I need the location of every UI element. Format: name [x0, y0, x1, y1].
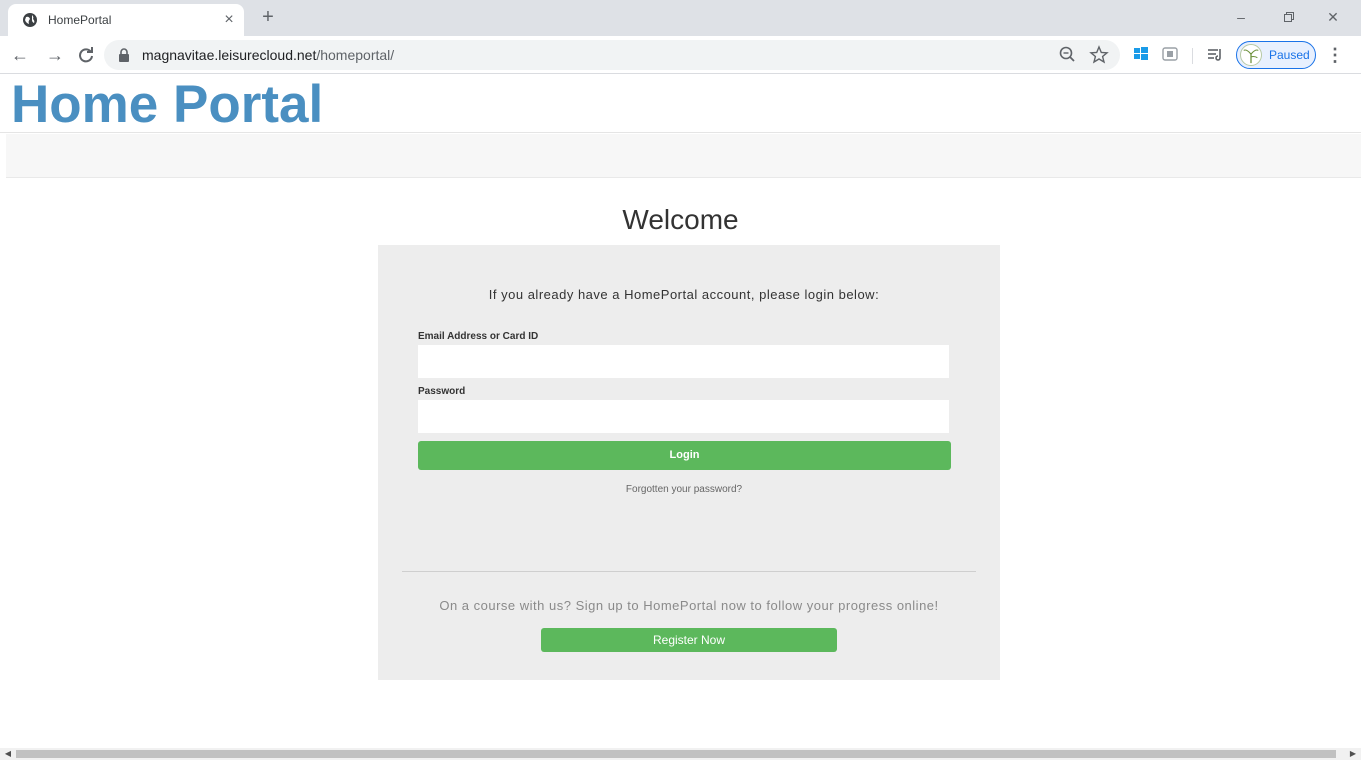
site-nav-bar [6, 134, 1361, 178]
windows-icon[interactable] [1131, 44, 1151, 64]
close-tab-icon[interactable]: × [220, 11, 238, 29]
address-bar[interactable]: magnavitae.leisurecloud.net/homeportal/ [104, 40, 1120, 70]
close-window-icon[interactable]: ✕ [1318, 6, 1348, 28]
url-path: /homeportal/ [316, 47, 395, 63]
email-field[interactable] [418, 345, 949, 378]
tab-strip: HomePortal × + – ✕ [0, 0, 1361, 36]
url-text: magnavitae.leisurecloud.net/homeportal/ [142, 47, 394, 63]
password-label: Password [418, 386, 466, 397]
register-button[interactable]: Register Now [541, 628, 837, 652]
login-panel: If you already have a HomePortal account… [378, 245, 1000, 680]
scroll-left-icon[interactable]: ◀ [2, 748, 14, 760]
password-field[interactable] [418, 400, 949, 433]
email-label: Email Address or Card ID [418, 331, 539, 342]
site-header: Home Portal [0, 74, 1361, 134]
zoom-icon[interactable] [1058, 45, 1078, 65]
divider [402, 571, 976, 572]
page-title: Welcome [622, 204, 739, 235]
scroll-right-icon[interactable]: ▶ [1347, 748, 1359, 760]
login-intro: If you already have a HomePortal account… [488, 287, 880, 302]
reload-icon[interactable] [75, 44, 97, 66]
scrollbar-thumb[interactable] [16, 750, 1336, 758]
signup-prompt: On a course with us? Sign up to HomePort… [439, 598, 939, 613]
browser-toolbar: ← → magnavitae.leisurecloud.net/homeport… [0, 36, 1361, 74]
tab-title: HomePortal [48, 13, 112, 27]
browser-tab[interactable]: HomePortal × [8, 4, 244, 36]
toolbar-separator [1192, 48, 1193, 64]
minimize-icon[interactable]: – [1226, 6, 1256, 28]
forward-icon[interactable]: → [44, 44, 66, 66]
profile-paused-button[interactable]: Paused [1236, 41, 1316, 69]
horizontal-scrollbar[interactable]: ◀ ▶ [0, 748, 1361, 760]
login-button[interactable]: Login [418, 441, 951, 470]
forgot-password-link[interactable]: Forgotten your password? [378, 484, 990, 495]
globe-icon [23, 13, 37, 27]
profile-status: Paused [1269, 48, 1310, 62]
profile-avatar [1240, 44, 1262, 66]
restore-icon[interactable] [1274, 6, 1304, 28]
site-logo-title: Home Portal [11, 75, 324, 134]
reading-list-icon[interactable] [1205, 44, 1225, 64]
star-icon[interactable] [1089, 45, 1109, 65]
new-tab-button[interactable]: + [256, 5, 280, 29]
menu-icon[interactable]: ⋮ [1326, 45, 1344, 65]
lock-icon [119, 48, 129, 62]
url-host: magnavitae.leisurecloud.net [142, 47, 317, 63]
reader-icon[interactable] [1160, 44, 1180, 64]
back-icon[interactable]: ← [9, 44, 31, 66]
